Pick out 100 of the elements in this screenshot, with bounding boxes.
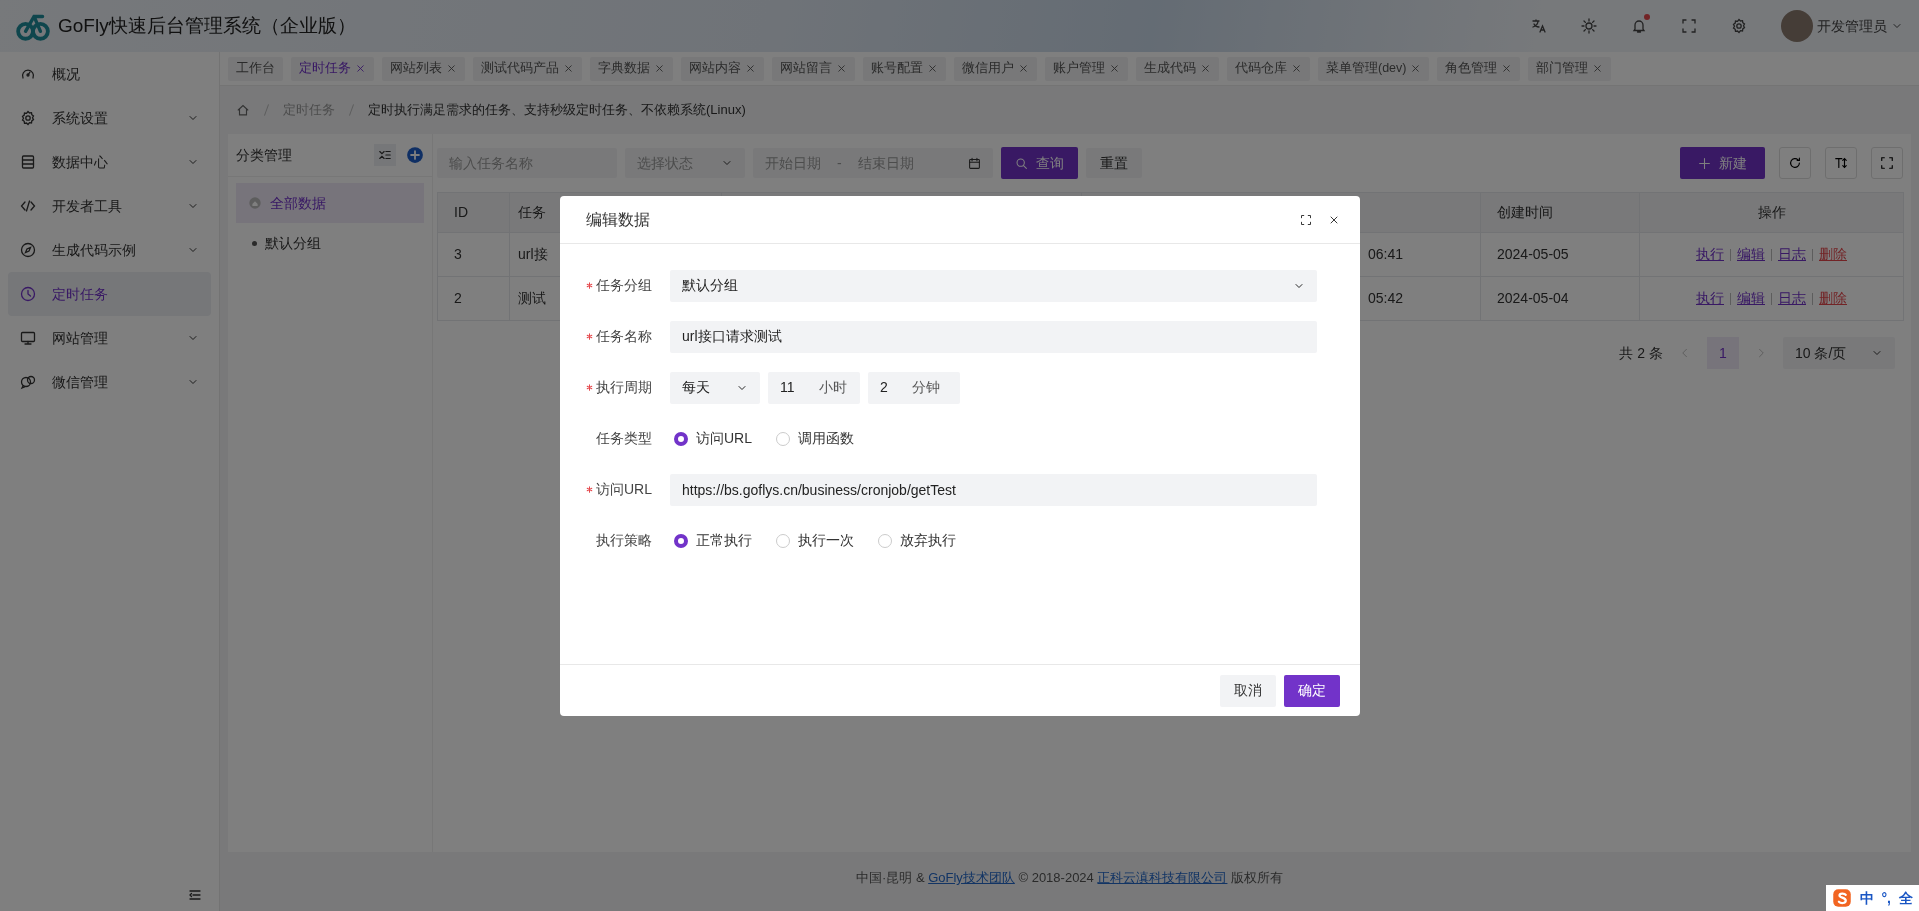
radio-label: 执行一次 — [798, 531, 854, 550]
panel-title: 分类管理 — [236, 145, 292, 165]
field-label: 执行周期 — [596, 378, 652, 397]
radio-option[interactable]: 放弃执行 — [878, 530, 956, 551]
hour-field[interactable]: 11 小时 — [768, 371, 860, 404]
bullet-icon — [252, 240, 257, 246]
action-link[interactable]: 执行 — [1690, 246, 1730, 262]
bell-icon[interactable] — [1631, 18, 1647, 34]
sidebar-item[interactable]: 数据中心 — [8, 140, 211, 184]
sidebar-item[interactable]: 微信管理 — [8, 360, 211, 404]
radio-option[interactable]: 调用函数 — [776, 428, 854, 449]
new-button[interactable]: 新建 — [1680, 147, 1765, 179]
action-link[interactable]: 日志 — [1772, 246, 1812, 262]
tab[interactable]: 代码仓库 — [1227, 56, 1310, 81]
sidebar-item[interactable]: 生成代码示例 — [8, 228, 211, 272]
tab[interactable]: 测试代码产品 — [473, 56, 582, 81]
fullscreen-icon[interactable] — [1300, 213, 1312, 226]
group-select[interactable]: 默认分组 — [670, 269, 1317, 302]
page-button[interactable]: 1 — [1707, 337, 1739, 369]
add-icon[interactable] — [406, 146, 424, 164]
code-icon — [20, 198, 36, 214]
delete-link[interactable]: 删除 — [1813, 246, 1853, 262]
tab[interactable]: 网站列表 — [382, 56, 465, 81]
radio-label: 访问URL — [696, 429, 752, 448]
frequency-select[interactable]: 每天 — [670, 371, 760, 404]
cancel-button[interactable]: 取消 — [1220, 674, 1276, 707]
category-item[interactable]: 默认分组 — [236, 223, 424, 263]
ime-status[interactable]: 全 — [1899, 887, 1913, 909]
radio-option[interactable]: 正常执行 — [674, 530, 752, 551]
tab[interactable]: 账号配置 — [863, 56, 946, 81]
table-cell: 2 — [454, 290, 462, 306]
action-link[interactable]: 日志 — [1772, 290, 1812, 306]
refresh-icon — [1788, 156, 1802, 170]
settings-icon[interactable] — [1731, 18, 1747, 34]
text-field[interactable]: url接口请求测试 — [670, 320, 1317, 353]
copyright-text: 中国·昆明 & GoFly技术团队 © 2018-2024 正科云滇科技有限公司 版权所有 — [855, 869, 1284, 888]
clock-icon — [20, 286, 36, 302]
tab[interactable]: 账户管理 — [1045, 56, 1128, 81]
search-button[interactable]: 查询 — [1001, 147, 1078, 179]
delete-link[interactable]: 删除 — [1813, 290, 1853, 306]
ime-logo-icon[interactable] — [1831, 888, 1852, 908]
minute-field[interactable]: 2 分钟 — [868, 371, 960, 404]
database-icon — [20, 154, 36, 170]
fullscreen-button[interactable] — [1871, 147, 1903, 179]
user-menu[interactable]: 开发管理员 — [1817, 15, 1887, 37]
sidebar-item[interactable]: 定时任务 — [8, 272, 211, 316]
tab[interactable]: 网站留言 — [772, 56, 855, 81]
tab[interactable]: 定时任务 — [291, 56, 374, 81]
field-label: 任务名称 — [596, 327, 652, 346]
total-count: 共 2 条 — [1619, 343, 1663, 363]
monitor-icon — [20, 330, 36, 346]
tab[interactable]: 部门管理 — [1528, 56, 1612, 81]
translate-icon[interactable] — [1531, 18, 1547, 34]
table-cell: 2024-05-05 — [1497, 246, 1569, 262]
text-field[interactable]: https://bs.goflys.cn/business/cronjob/getTest — [670, 473, 1317, 506]
sidebar-item[interactable]: 系统设置 — [8, 96, 211, 140]
text-size-button[interactable] — [1825, 147, 1857, 179]
tab[interactable]: 生成代码 — [1136, 56, 1219, 81]
tab[interactable]: 角色管理 — [1437, 56, 1521, 81]
action-link[interactable]: 编辑 — [1731, 290, 1771, 306]
footer-link[interactable]: GoFly技术团队 — [928, 870, 1015, 886]
table-cell: 05:42 — [1368, 290, 1404, 306]
ime-status[interactable]: °, — [1881, 887, 1891, 909]
column-header: ID — [437, 192, 510, 233]
refresh-button[interactable] — [1779, 147, 1811, 179]
tab[interactable]: 菜单管理(dev) — [1318, 56, 1430, 81]
action-link[interactable]: 执行 — [1690, 290, 1730, 306]
reset-button[interactable]: 重置 — [1086, 148, 1142, 178]
search-icon — [1015, 156, 1028, 170]
category-item[interactable]: 全部数据 — [236, 183, 424, 223]
tab[interactable]: 微信用户 — [954, 56, 1037, 81]
column-header: 创建时间 — [1480, 192, 1640, 233]
tab[interactable]: 工作台 — [228, 56, 283, 81]
footer-link[interactable]: 正科云滇科技有限公司 — [1097, 870, 1228, 886]
ime-status[interactable]: 中 — [1859, 887, 1874, 909]
sidebar-item[interactable]: 开发者工具 — [8, 184, 211, 228]
table-cell: 测试 — [518, 290, 546, 306]
radio-button[interactable] — [674, 533, 688, 548]
collapse-menu-icon[interactable] — [187, 887, 203, 903]
sun-icon[interactable] — [1581, 18, 1597, 34]
table-cell: url接 — [518, 246, 548, 262]
sidebar-item[interactable]: 网站管理 — [8, 316, 211, 360]
text-size-icon — [1834, 156, 1848, 170]
table-cell: 2024-05-04 — [1497, 290, 1569, 306]
home-icon[interactable] — [236, 103, 250, 117]
page-size-select[interactable]: 10 条/页 — [1783, 337, 1895, 369]
dialog-title: 编辑数据 — [586, 209, 650, 230]
tab[interactable]: 字典数据 — [590, 56, 673, 81]
table-cell: 06:41 — [1368, 246, 1404, 262]
confirm-button[interactable]: 确定 — [1284, 674, 1340, 707]
radio-option[interactable]: 访问URL — [674, 428, 752, 449]
app-title: GoFly快速后台管理系统（企业版） — [58, 13, 356, 38]
radio-label: 正常执行 — [696, 531, 752, 550]
expand-toggle-button[interactable] — [374, 144, 396, 166]
sidebar-item[interactable]: 概况 — [8, 52, 211, 96]
radio-button[interactable] — [674, 431, 688, 446]
field-label: 执行策略 — [596, 531, 652, 550]
action-link[interactable]: 编辑 — [1731, 246, 1771, 262]
radio-option[interactable]: 执行一次 — [776, 530, 854, 551]
tab[interactable]: 网站内容 — [681, 56, 764, 81]
